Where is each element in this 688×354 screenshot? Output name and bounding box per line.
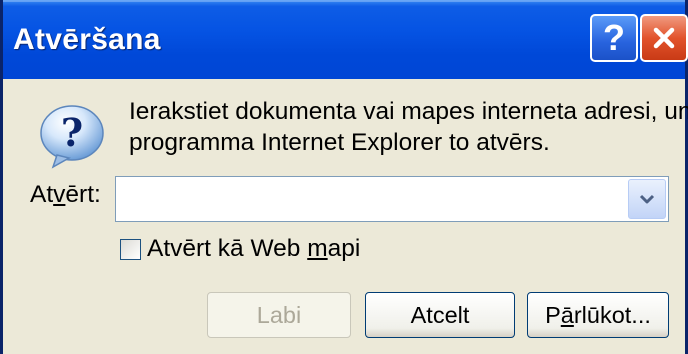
address-input[interactable]	[122, 181, 626, 219]
dialog-message: Ierakstiet dokumenta vai mapes interneta…	[129, 96, 688, 158]
dropdown-button[interactable]	[628, 179, 666, 219]
help-icon: ?	[603, 17, 625, 58]
ok-button[interactable]: Labi	[207, 292, 351, 338]
address-combobox[interactable]	[115, 176, 669, 222]
close-icon	[653, 27, 675, 49]
question-icon: ?	[40, 105, 104, 169]
cancel-button[interactable]: Atcelt	[365, 292, 515, 338]
chevron-down-icon	[639, 194, 655, 204]
help-button[interactable]: ?	[590, 14, 638, 62]
message-line-1: Ierakstiet dokumenta vai mapes interneta…	[129, 98, 688, 125]
message-line-2: programma Internet Explorer to atvērs.	[129, 129, 550, 156]
svg-text:?: ?	[61, 110, 83, 155]
window-title: Atvēršana	[13, 23, 161, 56]
close-button[interactable]	[640, 14, 688, 62]
open-label: Atvērt:	[30, 181, 101, 208]
web-folder-option[interactable]: Atvērt kā Web mapi	[120, 235, 360, 263]
title-bar[interactable]: Atvēršana ?	[3, 0, 688, 79]
open-dialog: Atvēršana ? ? Ierakstiet dokumenta vai m…	[0, 0, 688, 354]
web-folder-checkbox[interactable]	[120, 238, 141, 260]
browse-button[interactable]: Pā rlūkot...	[527, 292, 669, 338]
web-folder-label[interactable]: Atvērt kā Web mapi	[147, 235, 360, 263]
